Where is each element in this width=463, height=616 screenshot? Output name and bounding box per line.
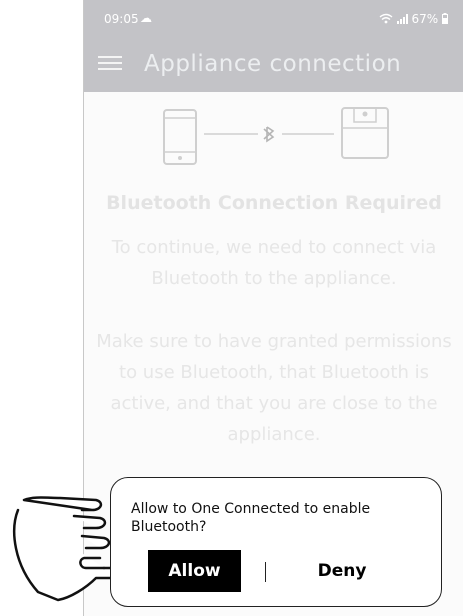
bluetooth-permission-dialog: Allow to One Connected to enable Bluetoo…: [110, 477, 442, 607]
app-bar: Appliance connection: [84, 38, 463, 92]
description-permissions: Make sure to have granted permissions to…: [96, 331, 452, 445]
phone-icon: [163, 109, 197, 165]
button-divider: [265, 562, 266, 582]
description-connect: To continue, we need to connect via Blue…: [111, 237, 437, 289]
content-title: Bluetooth Connection Required: [106, 192, 442, 214]
deny-button[interactable]: Deny: [307, 550, 377, 592]
page-title: Appliance connection: [144, 51, 402, 77]
signal-icon: [396, 14, 408, 24]
battery-percent: 67%: [411, 12, 439, 26]
connection-illustration: [163, 107, 389, 165]
battery-icon: [442, 13, 448, 24]
status-bar: 09:05 ☁ 67%: [84, 0, 463, 38]
bluetooth-icon: [263, 126, 275, 143]
status-time: 09:05: [104, 12, 139, 26]
wifi-icon: [379, 13, 393, 24]
cloud-icon: ☁: [140, 11, 152, 25]
dialog-message: Allow to One Connected to enable Bluetoo…: [131, 501, 371, 535]
allow-button[interactable]: Allow: [148, 550, 241, 592]
appliance-icon: [341, 107, 389, 159]
menu-icon[interactable]: [98, 53, 122, 73]
status-right: 67%: [379, 12, 448, 26]
